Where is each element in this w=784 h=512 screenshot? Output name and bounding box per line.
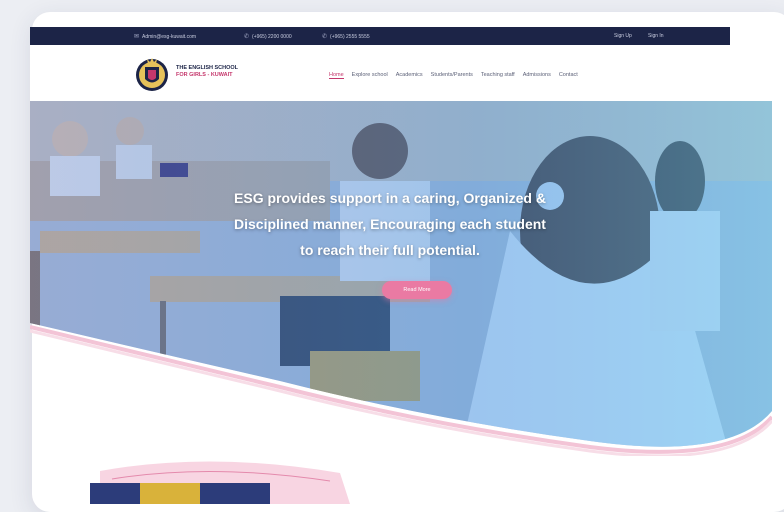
section-preview-thumbnail: [90, 461, 350, 504]
phone-icon: ✆: [322, 34, 328, 40]
read-more-button[interactable]: Read More: [382, 281, 452, 299]
school-name[interactable]: THE ENGLISH SCHOOL FOR GIRLS - KUWAIT: [176, 65, 238, 79]
nav-academics[interactable]: Academics: [396, 72, 423, 79]
topbar-link-2[interactable]: Sign In: [648, 33, 664, 39]
mail-icon: ✉: [134, 34, 140, 40]
nav-contact[interactable]: Contact: [559, 72, 578, 79]
header-navigation: THE ENGLISH SCHOOL FOR GIRLS - KUWAIT Ho…: [30, 45, 730, 105]
nav-home[interactable]: Home: [329, 72, 344, 79]
main-menu: Home Explore school Academics Students/P…: [329, 72, 578, 79]
phone-icon: ✆: [244, 34, 250, 40]
nav-students-parents[interactable]: Students/Parents: [431, 72, 473, 79]
classroom-hero-image: [30, 101, 772, 456]
hero-headline: ESG provides support in a caring, Organi…: [234, 190, 546, 258]
hero-banner: ESG provides support in a caring, Organi…: [30, 101, 772, 456]
email-contact[interactable]: ✉ Admin@esg-kuwait.com: [134, 33, 196, 40]
topbar-link-1[interactable]: Sign Up: [614, 33, 632, 39]
nav-teaching-staff[interactable]: Teaching staff: [481, 72, 515, 79]
nav-admissions[interactable]: Admissions: [523, 72, 551, 79]
phone-contact-1[interactable]: ✆ (+965) 2200 0000: [244, 33, 292, 40]
school-crest-logo[interactable]: [134, 53, 170, 95]
top-info-bar: ✉ Admin@esg-kuwait.com ✆ (+965) 2200 0000 …: [30, 27, 730, 45]
nav-explore-school[interactable]: Explore school: [352, 72, 388, 79]
phone-contact-2[interactable]: ✆ (+965) 2555 5555: [322, 33, 370, 40]
